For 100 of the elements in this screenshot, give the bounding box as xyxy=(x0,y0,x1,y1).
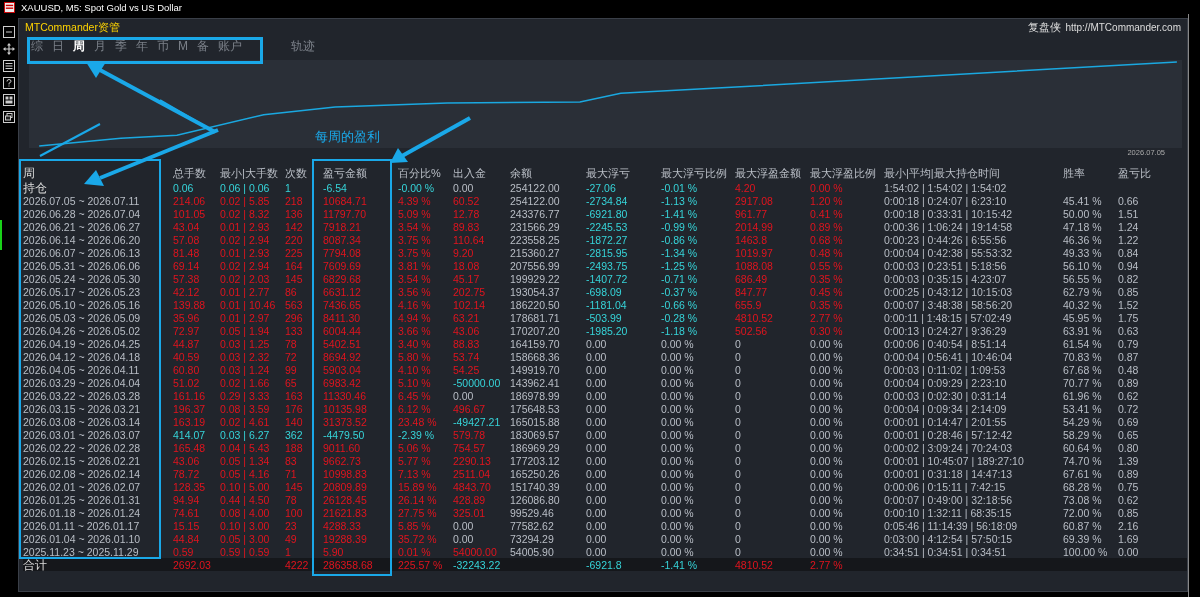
grid-icon[interactable] xyxy=(3,94,15,106)
lot-range: 0.44 | 4.50 xyxy=(220,493,270,506)
tab[interactable]: 备 xyxy=(197,37,209,55)
percent: 7.13 % xyxy=(398,467,431,480)
max-float-loss-percent: 0.00 % xyxy=(661,337,694,350)
lot-range: 0.02 | 2.94 xyxy=(220,233,270,246)
cash-flow: 0.00 xyxy=(453,519,474,532)
tab[interactable]: 季 xyxy=(115,37,127,55)
holding-time: 0:03:00 | 4:12:54 | 57:50:15 xyxy=(884,532,1013,545)
week-range: 2026.05.03 ~ 2026.05.09 xyxy=(23,311,141,324)
percent: 3.66 % xyxy=(398,324,431,337)
move-icon[interactable] xyxy=(3,43,15,55)
holding-time: 0:00:03 | 0:23:51 | 5:18:56 xyxy=(884,259,1007,272)
percent: -0.00 % xyxy=(398,181,435,194)
max-float-profit-percent: 0.00 % xyxy=(810,415,843,428)
win-rate: 56.55 % xyxy=(1063,272,1102,285)
cash-flow: 12.78 xyxy=(453,207,480,220)
lot-range: 0.03 | 1.24 xyxy=(220,363,270,376)
tab[interactable]: 周 xyxy=(73,37,85,55)
profit-loss-ratio: 0.66 xyxy=(1118,194,1139,207)
profit-loss-ratio: 0.84 xyxy=(1118,246,1139,259)
column-header: 百分比% xyxy=(398,167,441,179)
lots: 94.94 xyxy=(173,493,200,506)
help-icon[interactable] xyxy=(3,77,15,89)
trade-count: 188 xyxy=(285,441,303,454)
max-float-loss: -698.09 xyxy=(586,285,622,298)
max-float-loss-percent: 0.00 % xyxy=(661,428,694,441)
profit-loss-ratio: 0.89 xyxy=(1118,467,1139,480)
week-range: 2026.03.01 ~ 2026.03.07 xyxy=(23,428,141,441)
win-rate: 47.18 % xyxy=(1063,220,1102,233)
tab[interactable]: 日 xyxy=(52,37,64,55)
max-float-profit-percent: 0.00 % xyxy=(810,376,843,389)
win-rate: 60.64 % xyxy=(1063,441,1102,454)
balance: 99529.46 xyxy=(510,506,554,519)
lot-range: 0.59 | 0.59 xyxy=(220,545,270,558)
balance: 143962.41 xyxy=(510,376,560,389)
percent: 3.75 % xyxy=(398,233,431,246)
balance: 73294.29 xyxy=(510,532,554,545)
balance: 243376.77 xyxy=(510,207,560,220)
week-range: 2026.05.24 ~ 2026.05.30 xyxy=(23,272,141,285)
max-float-profit: 0 xyxy=(735,402,741,415)
win-rate: 58.29 % xyxy=(1063,428,1102,441)
lot-range: 0.01 | 2.97 xyxy=(220,311,270,324)
column-header: 余额 xyxy=(510,167,532,179)
profit-amount: 4288.33 xyxy=(323,519,361,532)
column-header: 最大浮亏比例 xyxy=(661,167,727,179)
holding-time: 0:00:18 | 0:33:31 | 10:15:42 xyxy=(884,207,1013,220)
holding-time: 0:00:36 | 1:06:24 | 19:14:58 xyxy=(884,220,1013,233)
holding-time: 0:00:07 | 0:49:00 | 32:18:56 xyxy=(884,493,1013,506)
profit-amount: 6631.12 xyxy=(323,285,361,298)
trade-count: 83 xyxy=(285,454,297,467)
cash-flow: 102.14 xyxy=(453,298,486,311)
trade-count: 140 xyxy=(285,415,303,428)
balance: 164159.70 xyxy=(510,337,560,350)
max-float-loss: -27.06 xyxy=(586,181,616,194)
percent: 3.54 % xyxy=(398,272,431,285)
profit-loss-ratio: 0.65 xyxy=(1118,428,1139,441)
tab[interactable]: M xyxy=(178,39,188,53)
brand-name: 复盘侠 xyxy=(1028,20,1062,35)
trade-count: 99 xyxy=(285,363,297,376)
profit-loss-ratio: 0.75 xyxy=(1118,480,1139,493)
win-rate: 61.96 % xyxy=(1063,389,1102,402)
max-float-loss-percent: -1.34 % xyxy=(661,246,698,259)
max-float-loss-percent: -0.66 % xyxy=(661,298,698,311)
trade-count: 49 xyxy=(285,532,297,545)
trade-count: 142 xyxy=(285,220,303,233)
cash-flow: 0.00 xyxy=(453,181,474,194)
list-icon[interactable] xyxy=(3,60,15,72)
restore-icon[interactable] xyxy=(3,111,15,123)
trade-count: 176 xyxy=(285,402,303,415)
week-range: 2026.04.05 ~ 2026.04.11 xyxy=(23,363,140,376)
max-float-profit: 847.77 xyxy=(735,285,768,298)
tab[interactable]: 综 xyxy=(31,37,43,55)
win-rate: 56.10 % xyxy=(1063,259,1102,272)
max-float-loss: 0.00 xyxy=(586,480,607,493)
callout-label: 每周的盈利 xyxy=(315,128,380,146)
max-float-loss-percent: 0.00 % xyxy=(661,389,694,402)
cash-flow: 18.08 xyxy=(453,259,480,272)
max-float-profit-percent: 0.48 % xyxy=(810,246,843,259)
trade-count: 163 xyxy=(285,389,303,402)
max-float-profit-percent: 0.30 % xyxy=(810,324,843,337)
win-rate: 54.29 % xyxy=(1063,415,1102,428)
tab[interactable]: 年 xyxy=(136,37,148,55)
website-link[interactable]: http://MTCommander.com xyxy=(1065,22,1181,33)
tab[interactable]: 账户 xyxy=(218,37,242,55)
tab[interactable]: 月 xyxy=(94,37,106,55)
minimize-icon[interactable] xyxy=(3,26,15,38)
tab[interactable]: 币 xyxy=(157,37,169,55)
week-range: 2026.04.19 ~ 2026.04.25 xyxy=(23,337,141,350)
max-float-profit: 4810.52 xyxy=(735,558,773,571)
cash-flow: 9.20 xyxy=(453,246,474,259)
max-float-loss: -6921.80 xyxy=(586,207,628,220)
cash-flow: 0.00 xyxy=(453,532,474,545)
max-float-profit-percent: 2.77 % xyxy=(810,311,843,324)
trade-count: 86 xyxy=(285,285,297,298)
holding-time: 0:00:04 | 0:56:41 | 10:46:04 xyxy=(884,350,1013,363)
win-rate: 61.54 % xyxy=(1063,337,1102,350)
profit-amount: 11330.46 xyxy=(323,389,366,402)
tab[interactable]: 轨迹 xyxy=(291,37,315,55)
max-float-profit-percent: 0.00 % xyxy=(810,428,843,441)
